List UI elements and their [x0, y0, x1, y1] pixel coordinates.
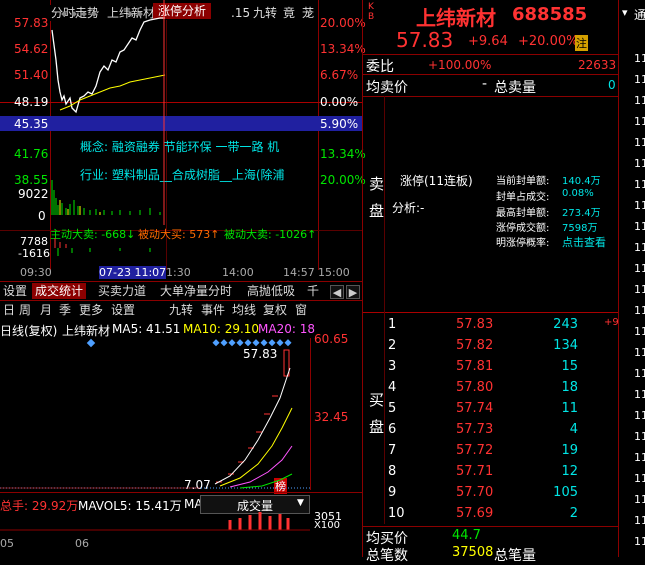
- bid-volume: 18: [561, 380, 578, 395]
- analysis-label: 分析:-: [392, 201, 425, 215]
- last-price: 57.83: [396, 28, 454, 52]
- bid-price: 57.70: [456, 485, 494, 500]
- bid-volume: 15: [561, 359, 578, 374]
- strip-value: 11: [634, 346, 645, 359]
- strip-value: 11: [634, 283, 645, 296]
- zt-title: 涨停(11连板): [400, 174, 473, 188]
- kb-label: K B: [368, 2, 375, 22]
- strip-value: 11: [634, 388, 645, 401]
- bid-price: 57.81: [456, 359, 494, 374]
- strip-value: 11: [634, 73, 645, 86]
- bid-volume: 134: [553, 338, 578, 353]
- bid-price: 57.73: [456, 422, 494, 437]
- trades-value: 37508: [452, 545, 494, 560]
- bid-level: 8: [388, 464, 397, 479]
- avg-ask-value: -: [482, 76, 488, 92]
- trades-label: 总笔数: [366, 548, 408, 564]
- bid-volume: 11: [561, 401, 578, 416]
- strip-value: 11: [634, 367, 645, 380]
- strip-value: 11: [634, 262, 645, 275]
- strip-value: 11: [634, 115, 645, 128]
- strip-dropdown-icon[interactable]: ▾: [622, 6, 628, 19]
- bid-level: 1: [388, 317, 397, 332]
- bid-level: 4: [388, 380, 397, 395]
- bid-volume: 4: [569, 422, 578, 437]
- strip-value: 11: [634, 325, 645, 338]
- prob-link[interactable]: 点击查看: [562, 234, 606, 250]
- bid-price: 57.72: [456, 443, 494, 458]
- avg-ask-label: 均卖价: [366, 80, 408, 96]
- bid-level: 3: [388, 359, 397, 374]
- strip-value: 11: [634, 199, 645, 212]
- strip-value: 11: [634, 178, 645, 191]
- bid-volume: 105: [553, 485, 578, 500]
- strip-value: 11: [634, 94, 645, 107]
- bid-volume: 12: [561, 464, 578, 479]
- date-label: 05: [0, 537, 14, 550]
- bid-level: 5: [388, 401, 397, 416]
- strip-value: 11: [634, 157, 645, 170]
- strip-value: 11: [634, 52, 645, 65]
- date-label: 06: [75, 537, 89, 550]
- bid-volume: 2: [569, 506, 578, 521]
- kvol-svg: [0, 512, 310, 531]
- bid-price: 57.82: [456, 338, 494, 353]
- bid-level: 7: [388, 443, 397, 458]
- bid-level: 10: [388, 506, 405, 521]
- bid-price: 57.69: [456, 506, 494, 521]
- strip-value: 11: [634, 514, 645, 527]
- bid-price: 57.74: [456, 401, 494, 416]
- strip-value: 11: [634, 472, 645, 485]
- strip-value: 11: [634, 535, 645, 548]
- bid-level: 2: [388, 338, 397, 353]
- note-badge[interactable]: 注: [575, 35, 588, 51]
- stock-name: 上纬新材: [416, 6, 496, 30]
- bid-price: 57.80: [456, 380, 494, 395]
- bid-price: 57.83: [456, 317, 494, 332]
- bid-level: 9: [388, 485, 397, 500]
- strip-value: 11: [634, 241, 645, 254]
- strip-title: 通: [634, 8, 645, 22]
- strip-value: 11: [634, 430, 645, 443]
- weibi-value: +100.00%: [428, 58, 492, 72]
- bid-volume: 243: [553, 317, 578, 332]
- weibi-label: 委比: [366, 59, 394, 75]
- weibi-num: 22633: [578, 58, 617, 72]
- total-ask-label: 总卖量: [494, 80, 536, 96]
- bid-price: 57.71: [456, 464, 494, 479]
- total-ask-value: 0: [608, 78, 616, 92]
- price-change-pct: +20.00%: [518, 34, 579, 49]
- bid-level: 6: [388, 422, 397, 437]
- strip-value: 11: [634, 409, 645, 422]
- price-change: +9.64: [468, 34, 508, 49]
- strip-value: 11: [634, 451, 645, 464]
- avg-bid-value: 44.7: [452, 528, 481, 543]
- strip-value: 11: [634, 136, 645, 149]
- strip-value: 11: [634, 304, 645, 317]
- strip-value: 11: [634, 220, 645, 233]
- total-bid-label: 总笔量: [494, 548, 536, 564]
- bid-volume: 19: [561, 443, 578, 458]
- stock-code: 688585: [512, 4, 588, 25]
- strip-value: 11: [634, 493, 645, 506]
- bid-delta: +9: [604, 317, 619, 328]
